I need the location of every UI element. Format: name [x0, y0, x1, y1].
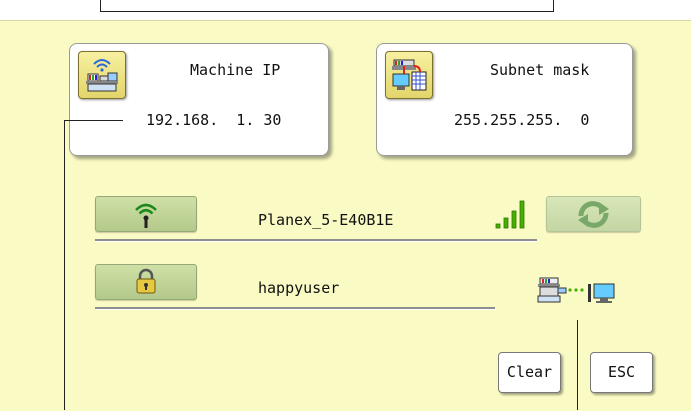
callout-line-machine-ip-vertical	[64, 120, 65, 410]
refresh-button[interactable]	[546, 196, 641, 232]
callout-line-connection-status	[577, 320, 578, 410]
password-underline	[95, 307, 495, 310]
refresh-icon	[578, 201, 609, 228]
wifi-select-button[interactable]	[95, 196, 197, 232]
lock-icon	[136, 268, 156, 294]
machine-ip-value: 192.168. 1. 30	[146, 111, 282, 129]
wifi-ssid-field[interactable]: Planex_5-E40B1E	[258, 211, 393, 229]
machine-ip-title: Machine IP	[190, 61, 281, 79]
machine-wireless-icon	[78, 51, 126, 99]
subnet-mask-card[interactable]: Subnet mask 255.255.255. 0	[376, 43, 633, 156]
signal-strength-icon	[495, 200, 525, 229]
subnet-mask-value: 255.255.255. 0	[454, 111, 590, 129]
network-settings-panel: Machine IP 192.168. 1. 30 Subnet mask 25…	[0, 20, 691, 411]
callout-line-machine-ip	[64, 120, 123, 121]
wifi-icon	[135, 203, 157, 228]
subnet-mask-title: Subnet mask	[490, 61, 590, 79]
top-header-box	[100, 0, 554, 12]
wifi-ssid-underline	[95, 239, 537, 242]
password-field[interactable]: happyuser	[258, 279, 339, 297]
network-computer-icon	[385, 51, 433, 99]
machine-pc-connection-icon	[537, 277, 615, 303]
machine-ip-card[interactable]: Machine IP 192.168. 1. 30	[69, 43, 329, 156]
security-key-button[interactable]	[95, 264, 197, 300]
esc-button[interactable]: ESC	[590, 352, 653, 393]
clear-button[interactable]: Clear	[498, 352, 561, 393]
